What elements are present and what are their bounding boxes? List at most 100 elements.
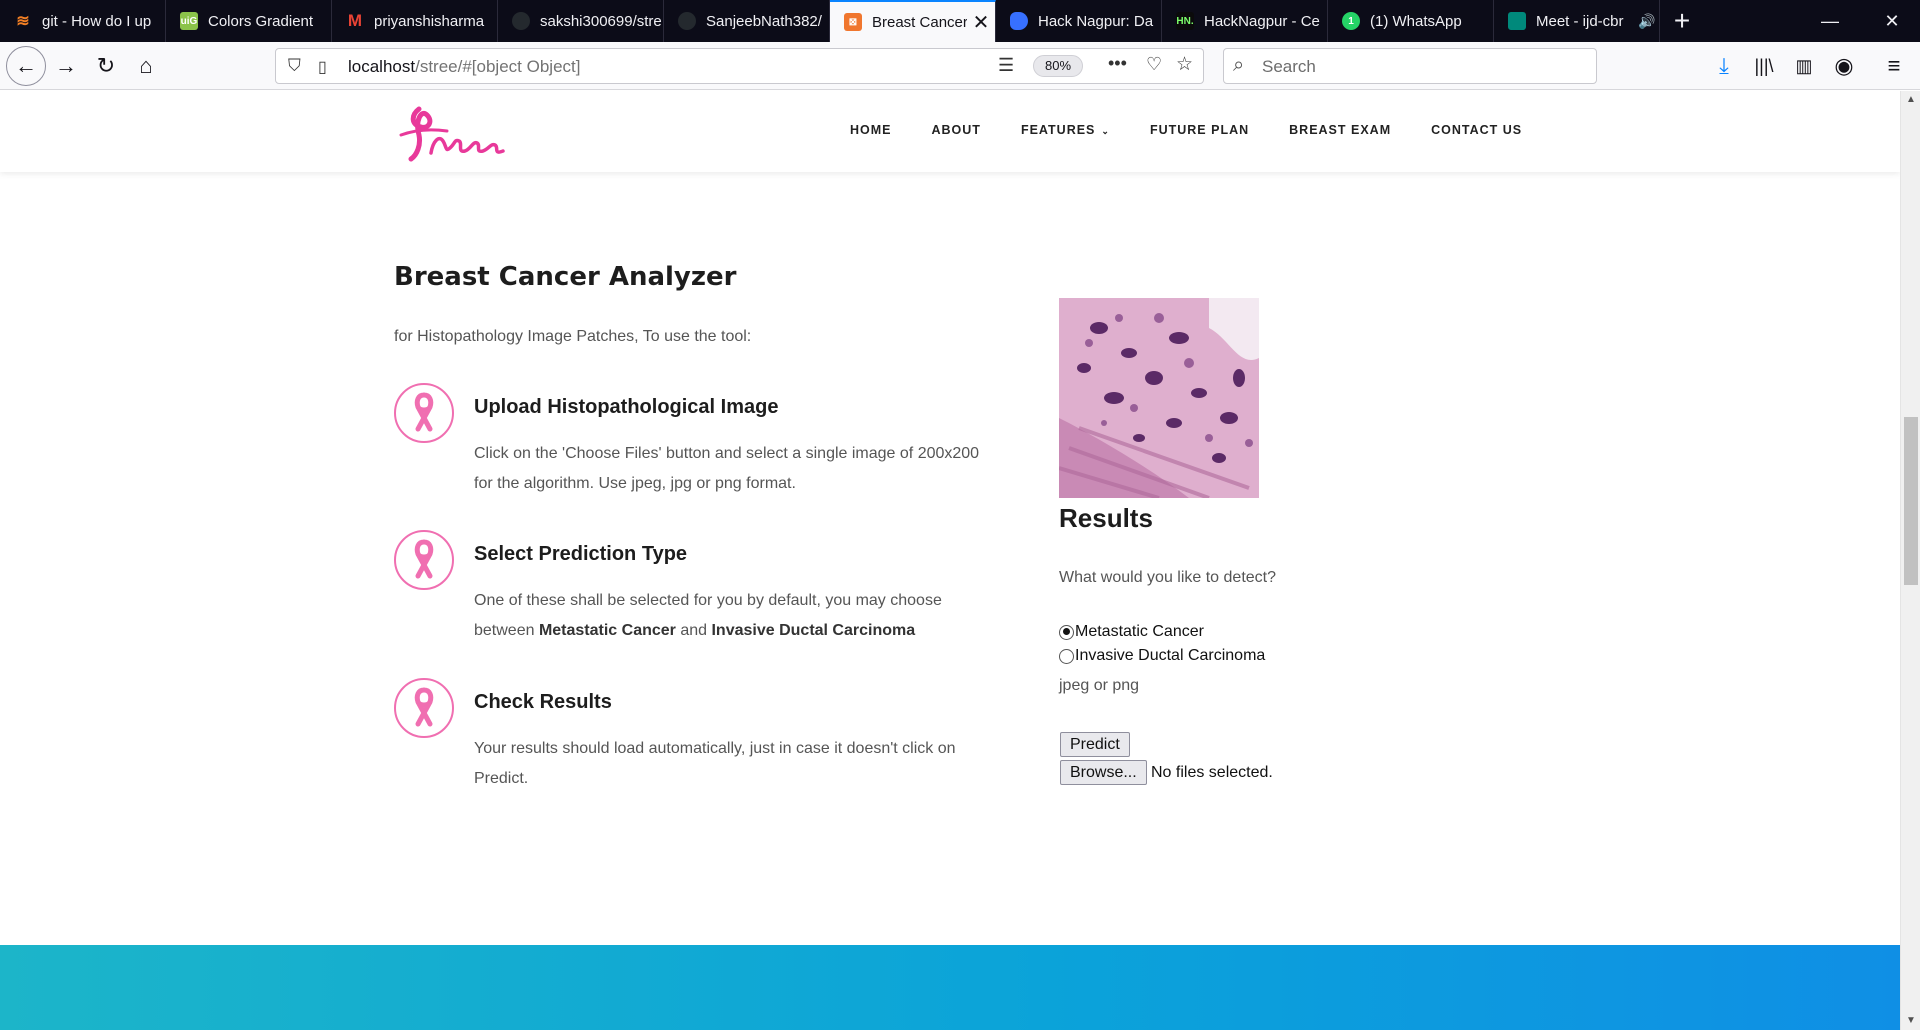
step-title: Select Prediction Type [474, 543, 688, 565]
scroll-down-icon[interactable]: ▼ [1901, 1012, 1920, 1030]
site-header: HOME ABOUT FEATURES ⌄ FUTURE PLAN BREAST … [0, 91, 1900, 172]
github-icon [678, 12, 696, 30]
step-text-line: for the algorithm. Use jpeg, jpg or png … [474, 475, 796, 492]
back-icon[interactable]: ← [6, 46, 46, 86]
step-text: Your results should load automatically, … [474, 734, 1034, 794]
radio-button[interactable] [1059, 624, 1074, 640]
step-text-line: between Metastatic Cancer and Invasive D… [474, 622, 916, 639]
menu-home[interactable]: HOME [850, 123, 892, 137]
radio-button[interactable] [1059, 648, 1074, 664]
scroll-up-icon[interactable]: ▲ [1901, 91, 1920, 109]
hn-icon: HN. [1176, 12, 1194, 30]
step-title: Check Results [474, 691, 612, 713]
tab-stackoverflow[interactable]: ≋ git - How do I up [0, 0, 166, 42]
forward-icon[interactable]: → [48, 48, 84, 84]
tab-meet[interactable]: Meet - ijd-cbr 🔊 [1494, 0, 1660, 42]
step-text-line: Predict. [474, 770, 529, 787]
search-bar[interactable]: ⌕ Search [1223, 48, 1597, 84]
radio-label: Metastatic Cancer [1075, 623, 1204, 640]
ribbon-icon [394, 530, 454, 590]
tab-hacknagpur-ce[interactable]: HN. HackNagpur - Ce [1162, 0, 1328, 42]
tab-title: Hack Nagpur: Da [1038, 12, 1154, 30]
results-title: Results [1059, 503, 1153, 533]
menu-breast-exam[interactable]: BREAST EXAM [1289, 123, 1391, 137]
close-window-icon[interactable]: ✕ [1862, 0, 1920, 42]
page-info-icon[interactable]: ▯ [318, 57, 327, 77]
meet-icon [1508, 12, 1526, 30]
tab-github-sakshi[interactable]: sakshi300699/stre [498, 0, 664, 42]
uigradients-icon: uiG [180, 12, 198, 30]
navigation-toolbar: ← → ↻ ⌂ ⛉ ▯ localhost/stree/#[object Obj… [0, 42, 1920, 90]
predict-button[interactable]: Predict [1060, 732, 1130, 757]
tab-gmail[interactable]: M priyanshisharma [332, 0, 498, 42]
tab-whatsapp[interactable]: 1 (1) WhatsApp [1328, 0, 1494, 42]
file-status: No files selected. [1151, 764, 1273, 781]
ribbon-icon [394, 383, 454, 443]
tab-title: HackNagpur - Ce [1204, 12, 1320, 30]
stree-logo[interactable] [393, 101, 505, 165]
stackoverflow-icon: ≋ [16, 13, 30, 30]
tab-breast-cancer[interactable]: ⊠ Breast Cancer ✕ [830, 0, 996, 42]
tab-colors-gradient[interactable]: uiG Colors Gradient [166, 0, 332, 42]
tab-title: (1) WhatsApp [1370, 12, 1462, 30]
intro-text: for Histopathology Image Patches, To use… [394, 328, 752, 345]
tab-title: Breast Cancer [872, 13, 967, 31]
zoom-indicator[interactable]: 80% [1033, 55, 1083, 77]
step-text: One of these shall be selected for you b… [474, 586, 1034, 646]
tab-github-sanjeeb[interactable]: SanjeebNath382/ [664, 0, 830, 42]
devfolio-icon [1010, 12, 1028, 30]
menu-features[interactable]: FEATURES ⌄ [1021, 123, 1110, 137]
browse-button[interactable]: Browse... [1060, 760, 1147, 785]
step-text-line: Click on the 'Choose Files' button and s… [474, 445, 980, 462]
histopathology-image [1059, 298, 1259, 498]
library-icon[interactable]: |||\ [1746, 48, 1782, 84]
scroll-thumb[interactable] [1904, 417, 1918, 585]
page-viewport: HOME ABOUT FEATURES ⌄ FUTURE PLAN BREAST … [0, 91, 1900, 1030]
page-actions-icon[interactable]: ••• [1108, 53, 1127, 74]
search-icon: ⌕ [1233, 54, 1245, 76]
reader-view-icon[interactable]: ☰ [998, 55, 1014, 76]
reload-icon[interactable]: ↻ [88, 48, 124, 84]
ribbon-icon [394, 678, 454, 738]
gmail-icon: M [347, 11, 363, 30]
site-icon: ⊠ [844, 13, 862, 31]
chevron-down-icon: ⌄ [1101, 126, 1110, 136]
sidebar-icon[interactable]: ▥ [1786, 48, 1822, 84]
downloads-icon[interactable]: ⤓ [1706, 48, 1742, 84]
bookmark-star-icon[interactable]: ☆ [1176, 53, 1193, 76]
whatsapp-icon: 1 [1342, 12, 1360, 30]
new-tab-icon[interactable]: + [1660, 0, 1704, 42]
footer-banner [0, 945, 1900, 1030]
step-text-line: One of these shall be selected for you b… [474, 592, 942, 609]
pocket-icon[interactable]: ♡ [1146, 54, 1162, 75]
menu-future-plan[interactable]: FUTURE PLAN [1150, 123, 1249, 137]
main-menu: HOME ABOUT FEATURES ⌄ FUTURE PLAN BREAST … [850, 123, 1562, 137]
menu-icon[interactable]: ≡ [1876, 48, 1912, 84]
radio-label: Invasive Ductal Carcinoma [1075, 647, 1266, 664]
format-hint: jpeg or png [1059, 677, 1140, 694]
page-scrollbar[interactable]: ▲ ▼ [1900, 91, 1920, 1030]
menu-contact-us[interactable]: CONTACT US [1431, 123, 1522, 137]
speaker-icon[interactable]: 🔊 [1635, 13, 1659, 30]
search-placeholder: Search [1262, 57, 1316, 76]
shield-icon[interactable]: ⛉ [288, 56, 301, 76]
radio-invasive-ductal-carcinoma[interactable]: Invasive Ductal Carcinoma [1059, 647, 1265, 665]
tab-strip: ≋ git - How do I up uiG Colors Gradient … [0, 0, 1920, 42]
menu-features-label: FEATURES [1020, 123, 1096, 137]
radio-metastatic-cancer[interactable]: Metastatic Cancer [1059, 623, 1204, 641]
step-text-line: Your results should load automatically, … [474, 740, 956, 757]
account-icon[interactable]: ◉ [1826, 48, 1862, 84]
close-tab-icon[interactable]: ✕ [967, 10, 995, 35]
tab-title: priyanshisharma [374, 12, 485, 30]
detect-question: What would you like to detect? [1059, 569, 1277, 586]
minimize-icon[interactable]: — [1800, 0, 1860, 42]
home-icon[interactable]: ⌂ [128, 48, 164, 84]
tab-title: Meet - ijd-cbr [1536, 12, 1624, 30]
step-title: Upload Histopathological Image [474, 396, 779, 418]
url-text[interactable]: localhost/stree/#[object Object] [348, 57, 580, 77]
tab-title: git - How do I up [42, 12, 152, 30]
menu-about[interactable]: ABOUT [932, 123, 981, 137]
tab-title: SanjeebNath382/ [706, 12, 822, 30]
address-bar[interactable]: ⛉ ▯ localhost/stree/#[object Object] ☰ 8… [275, 48, 1204, 84]
tab-hack-nagpur[interactable]: Hack Nagpur: Da [996, 0, 1162, 42]
